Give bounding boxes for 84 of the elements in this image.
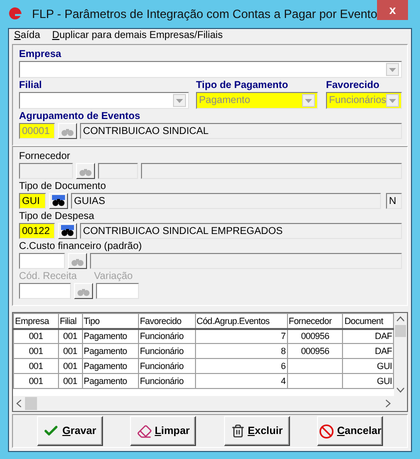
column-header[interactable]: Empresa xyxy=(14,314,58,328)
table-cell: 001 xyxy=(14,328,58,344)
search-button[interactable] xyxy=(68,253,87,269)
table-cell xyxy=(287,374,343,388)
table-cell: Pagamento xyxy=(82,328,138,344)
table-cell: 6 xyxy=(195,358,288,374)
code-field[interactable]: GUI xyxy=(19,193,46,209)
column-header[interactable]: Fornecedor xyxy=(287,314,343,328)
dropdown-button[interactable] xyxy=(173,94,186,107)
field-label: Tipo de Despesa xyxy=(19,210,96,223)
field-label: Fornecedor xyxy=(19,150,72,163)
field-label: Tipo de Documento xyxy=(19,180,107,193)
scroll-thumb[interactable] xyxy=(395,325,406,337)
caret-icon xyxy=(389,68,396,72)
menu-item[interactable]: Saída xyxy=(14,30,40,43)
table-cell: 7 xyxy=(195,328,288,344)
dropdown-button[interactable] xyxy=(386,63,399,76)
table-cell: 001 xyxy=(14,358,58,374)
search-button[interactable] xyxy=(76,163,95,179)
table-cell: Pagamento xyxy=(82,374,138,388)
flag-field: N xyxy=(386,193,402,209)
caret-icon xyxy=(305,98,312,102)
table-cell: 001 xyxy=(58,374,82,388)
field-label: C.Custo financeiro (padrão) xyxy=(19,240,143,253)
eraser-icon xyxy=(136,424,152,438)
code-field[interactable] xyxy=(19,253,65,269)
column-header[interactable]: Document xyxy=(342,314,394,328)
table-cell: Funcionário xyxy=(138,328,196,344)
close-button[interactable]: x xyxy=(377,0,408,20)
action-button[interactable]: Cancelar xyxy=(317,416,384,446)
code-field[interactable] xyxy=(19,163,73,179)
table-cell: 001 xyxy=(14,344,58,358)
field-label: Tipo de Pagamento xyxy=(196,79,290,92)
action-button[interactable]: Limpar xyxy=(130,416,196,446)
menu-item[interactable]: Duplicar para demais Empresas/Filiais xyxy=(52,30,223,43)
column-header[interactable]: Cód.Agrup.Eventos xyxy=(195,314,288,328)
trash-icon xyxy=(230,424,245,438)
table-cell: 001 xyxy=(58,328,82,344)
table-cell: 000956 xyxy=(287,344,343,358)
table-cell: Pagamento xyxy=(82,358,138,374)
description-field: CONTRIBUICAO SINDICAL xyxy=(80,123,402,139)
binoculars-icon xyxy=(52,195,65,207)
table-cell: Funcionário xyxy=(138,344,196,358)
description-field: CONTRIBUICAO SINDICAL EMPREGADOS xyxy=(80,223,402,239)
code-field[interactable]: 00122 xyxy=(19,223,55,239)
table-cell: Funcionário xyxy=(138,374,196,388)
table-cell: 001 xyxy=(58,344,82,358)
binoculars-icon xyxy=(61,225,74,237)
dropdown-field[interactable] xyxy=(19,61,402,78)
table-cell: Funcionário xyxy=(138,358,196,374)
dropdown-field[interactable] xyxy=(19,92,189,109)
scroll-thumb[interactable] xyxy=(25,397,37,410)
search-button[interactable] xyxy=(49,193,68,209)
search-button[interactable] xyxy=(58,223,77,239)
column-header[interactable]: Favorecido xyxy=(138,314,196,328)
table-cell: 4 xyxy=(195,374,288,388)
window-title: FLP - Parâmetros de Integração com Contas a Pagar por Evento xyxy=(32,7,378,21)
code-field[interactable] xyxy=(19,283,71,299)
caret-icon xyxy=(389,98,396,102)
table-cell xyxy=(287,358,343,374)
field-label: Favorecido xyxy=(326,79,380,92)
action-button[interactable]: Gravar xyxy=(36,416,103,446)
field-label: Agrupamento de Eventos xyxy=(19,110,142,123)
table-cell: Pagamento xyxy=(82,344,138,358)
field-label: Variação xyxy=(94,270,134,283)
vertical-scrollbar[interactable] xyxy=(394,313,407,396)
no-entry-icon xyxy=(319,424,334,438)
table-cell: 000956 xyxy=(287,328,343,344)
table-cell: 001 xyxy=(58,358,82,374)
column-header[interactable]: Filial xyxy=(58,314,82,328)
caret-icon xyxy=(176,98,183,102)
table-cell: 001 xyxy=(14,374,58,388)
description-field: GUIAS xyxy=(71,193,381,209)
horizontal-scrollbar[interactable] xyxy=(13,396,407,411)
app-logo-icon xyxy=(8,7,22,21)
field-label: Cód. Receita xyxy=(19,270,78,283)
input-field[interactable] xyxy=(98,163,138,179)
field-label: Filial xyxy=(19,79,43,92)
field-label: Empresa xyxy=(19,48,62,61)
action-button[interactable]: Excluir xyxy=(224,416,290,446)
input-field[interactable] xyxy=(96,283,139,299)
column-header[interactable]: Tipo xyxy=(82,314,138,328)
table-cell: 8 xyxy=(195,344,288,358)
search-button[interactable] xyxy=(58,123,77,139)
